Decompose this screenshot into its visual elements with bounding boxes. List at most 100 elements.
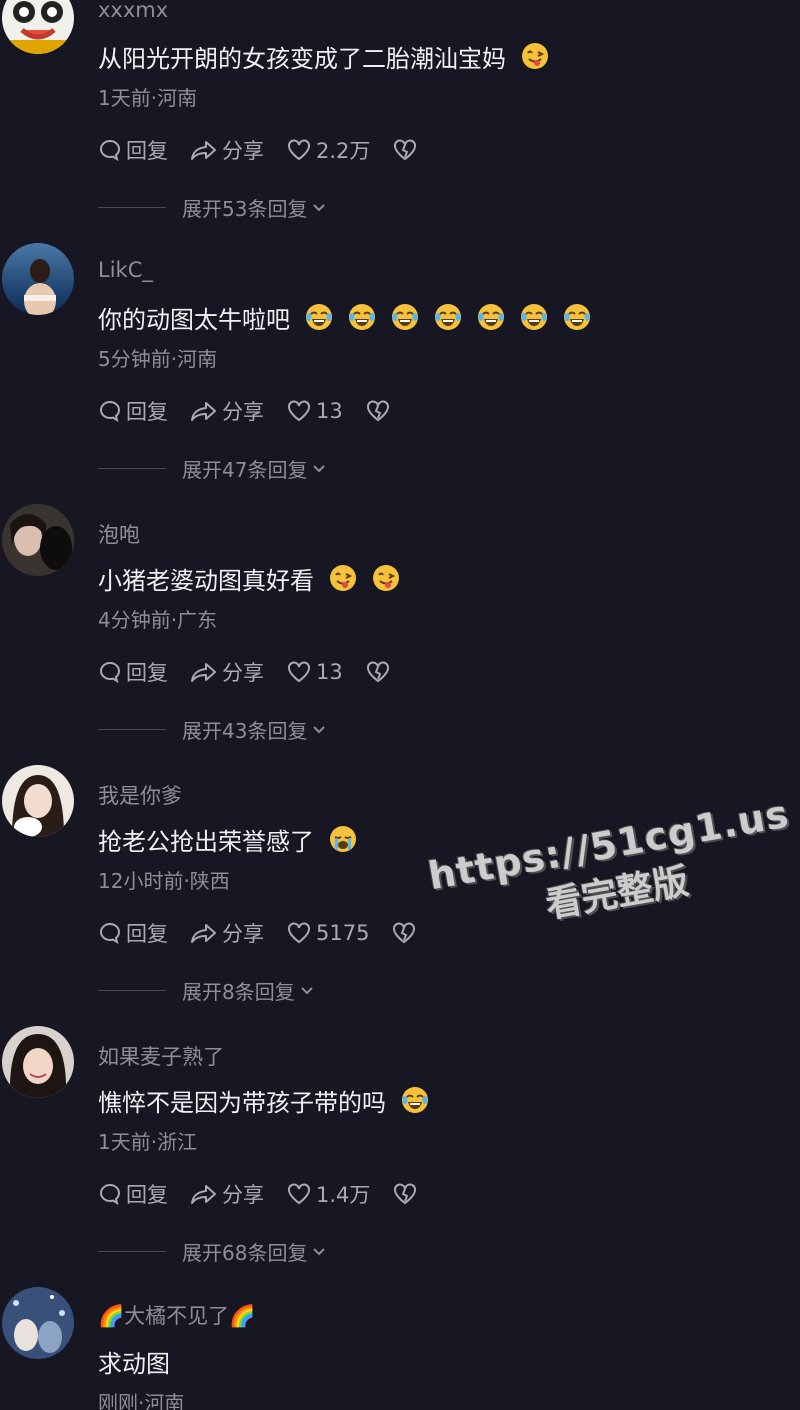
like-button[interactable]: 5175 <box>286 921 369 945</box>
comment-text: 从阳光开朗的女孩变成了二胎潮汕宝妈 <box>98 40 549 73</box>
laugh-cry-emoji-icon <box>434 303 462 331</box>
comment-list-page: xxxmx 从阳光开朗的女孩变成了二胎潮汕宝妈 1天前·河南 回复 分享 2.2… <box>0 0 800 1410</box>
comment-meta: 1天前·河南 <box>98 86 198 110</box>
username[interactable]: xxxmx <box>98 0 168 22</box>
reply-button[interactable]: 回复 <box>98 1179 168 1209</box>
reply-label: 回复 <box>126 922 168 946</box>
dislike-button[interactable] <box>392 138 422 162</box>
comment-actions: 回复 分享 1.4万 <box>98 1179 444 1209</box>
username[interactable]: LikC_ <box>98 258 153 282</box>
divider-line <box>98 989 166 991</box>
comment-item: LikC_ 你的动图太牛啦吧 5分钟前·河南 回复 分享 13 展开47条回复 <box>0 240 800 501</box>
crying-emoji-icon <box>329 825 357 853</box>
divider-line <box>98 467 166 469</box>
reply-button[interactable]: 回复 <box>98 396 168 426</box>
expand-replies-button[interactable]: 展开8条回复 <box>98 975 316 1005</box>
dislike-button[interactable] <box>391 921 421 945</box>
dislike-button[interactable] <box>392 1182 422 1206</box>
expand-label: 展开47条回复 <box>182 457 308 482</box>
comment-meta: 12小时前·陕西 <box>98 869 230 893</box>
comment-text-content: 小猪老婆动图真好看 <box>98 566 314 595</box>
expand-replies-button[interactable]: 展开47条回复 <box>98 453 328 483</box>
dislike-button[interactable] <box>365 660 395 684</box>
wink-tongue-emoji-icon <box>521 42 549 70</box>
avatar[interactable] <box>2 0 74 54</box>
like-count: 13 <box>316 660 343 684</box>
comment-actions: 回复 分享 5175 <box>98 918 443 948</box>
share-button[interactable]: 分享 <box>190 657 264 687</box>
expand-label: 展开8条回复 <box>182 979 295 1004</box>
comment-item: 🌈大橘不见了🌈 求动图 刚刚·河南 <box>0 1284 800 1410</box>
expand-label: 展开43条回复 <box>182 718 308 743</box>
laugh-cry-emoji-icon <box>563 303 591 331</box>
share-icon <box>191 924 216 943</box>
chevron-down-icon <box>313 726 326 734</box>
share-icon <box>191 402 216 421</box>
share-label: 分享 <box>222 661 264 685</box>
username[interactable]: 我是你爹 <box>98 780 182 810</box>
reply-icon <box>100 922 121 945</box>
comment-meta: 4分钟前·广东 <box>98 608 218 632</box>
avatar[interactable] <box>2 1026 74 1098</box>
avatar[interactable] <box>2 765 74 837</box>
like-count: 2.2万 <box>316 139 371 163</box>
expand-label: 展开68条回复 <box>182 1240 308 1265</box>
heart-icon <box>288 922 310 944</box>
divider-line <box>98 206 166 208</box>
comment-text: 你的动图太牛啦吧 <box>98 301 591 334</box>
comment-text-content: 你的动图太牛啦吧 <box>98 305 290 334</box>
username[interactable]: 如果麦子熟了 <box>98 1041 224 1071</box>
reply-button[interactable]: 回复 <box>98 918 168 948</box>
comment-item: 如果麦子熟了 憔悴不是因为带孩子带的吗 1天前·浙江 回复 分享 1.4万 展开… <box>0 1023 800 1284</box>
divider-line <box>98 728 166 730</box>
username[interactable]: 🌈大橘不见了🌈 <box>98 1300 255 1330</box>
laugh-cry-emoji-icon <box>477 303 505 331</box>
comment-text-content: 求动图 <box>98 1349 170 1378</box>
dislike-button[interactable] <box>365 399 395 423</box>
share-button[interactable]: 分享 <box>190 135 264 165</box>
heart-icon <box>288 400 310 422</box>
reply-button[interactable]: 回复 <box>98 135 168 165</box>
reply-icon <box>100 139 121 162</box>
heart-icon <box>288 1183 310 1205</box>
like-button[interactable]: 2.2万 <box>286 135 370 165</box>
reply-label: 回复 <box>126 139 168 163</box>
comment-text: 小猪老婆动图真好看 <box>98 562 400 595</box>
avatar[interactable] <box>2 1287 74 1359</box>
reply-button[interactable]: 回复 <box>98 657 168 687</box>
share-icon <box>191 141 216 160</box>
username[interactable]: 泡咆 <box>98 519 140 549</box>
reply-icon <box>100 661 121 684</box>
like-button[interactable]: 1.4万 <box>286 1179 370 1209</box>
reply-label: 回复 <box>126 400 168 424</box>
avatar[interactable] <box>2 504 74 576</box>
chevron-down-icon <box>313 465 326 473</box>
chevron-down-icon <box>313 1248 326 1256</box>
like-button[interactable]: 13 <box>286 660 343 684</box>
expand-replies-button[interactable]: 展开68条回复 <box>98 1236 328 1266</box>
like-count: 5175 <box>316 921 370 945</box>
broken-heart-icon <box>366 661 389 683</box>
share-icon <box>191 1185 216 1204</box>
expand-replies-button[interactable]: 展开53条回复 <box>98 192 328 222</box>
expand-replies-button[interactable]: 展开43条回复 <box>98 714 328 744</box>
laugh-cry-emoji-icon <box>348 303 376 331</box>
avatar[interactable] <box>2 243 74 315</box>
share-button[interactable]: 分享 <box>190 396 264 426</box>
chevron-down-icon <box>313 204 326 212</box>
broken-heart-icon <box>394 139 417 161</box>
share-label: 分享 <box>222 1183 264 1207</box>
comment-actions: 回复 分享 13 <box>98 657 417 687</box>
reply-label: 回复 <box>126 1183 168 1207</box>
reply-icon <box>100 400 121 423</box>
share-button[interactable]: 分享 <box>190 1179 264 1209</box>
like-count: 13 <box>316 399 343 423</box>
share-button[interactable]: 分享 <box>190 918 264 948</box>
comment-item: 泡咆 小猪老婆动图真好看 4分钟前·广东 回复 分享 13 展开43条回复 <box>0 501 800 762</box>
comment-meta: 5分钟前·河南 <box>98 347 218 371</box>
like-button[interactable]: 13 <box>286 399 343 423</box>
comment-text-content: 从阳光开朗的女孩变成了二胎潮汕宝妈 <box>98 44 506 73</box>
like-count: 1.4万 <box>316 1183 371 1207</box>
expand-label: 展开53条回复 <box>182 196 308 221</box>
laugh-cry-emoji-icon <box>391 303 419 331</box>
